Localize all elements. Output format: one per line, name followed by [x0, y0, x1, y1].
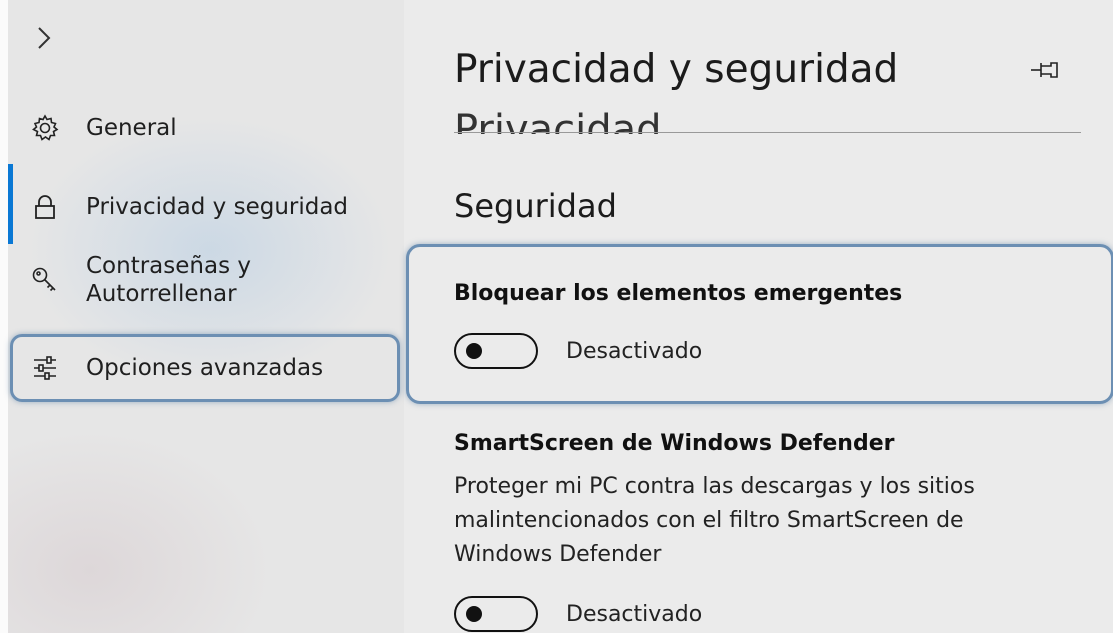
highlight-box: [406, 244, 1113, 404]
chevron-right-icon: [38, 27, 51, 49]
highlight-box: [10, 334, 400, 402]
pin-icon: [1031, 62, 1058, 78]
clipped-section-heading: Privacidad: [454, 107, 662, 134]
divider: [454, 132, 1081, 133]
lock-icon: [28, 190, 62, 224]
page-title: Privacidad y seguridad: [454, 47, 899, 92]
settings-sidebar: General Privacidad y seguridad Contraseñ…: [0, 0, 404, 633]
toggle-knob: [466, 606, 482, 622]
sidebar-item-general[interactable]: General: [28, 111, 177, 145]
settings-panel: Privacidad y seguridad Privacidad Seguri…: [404, 0, 1113, 633]
sidebar-item-label: General: [86, 115, 177, 141]
section-title: Seguridad: [454, 187, 617, 225]
pin-button[interactable]: [1027, 55, 1063, 85]
popup-blocker-toggle[interactable]: [454, 333, 538, 369]
sidebar-item-passwords[interactable]: Contraseñas y Autorrellenar: [28, 252, 251, 308]
key-icon: [28, 263, 62, 297]
expand-chevron-button[interactable]: [30, 16, 60, 56]
popup-blocker-title: Bloquear los elementos emergentes: [454, 281, 903, 306]
smartscreen-description: Proteger mi PC contra las descargas y lo…: [454, 474, 975, 567]
window-edge: [0, 0, 8, 633]
smartscreen-title: SmartScreen de Windows Defender: [454, 431, 895, 456]
selected-indicator: [8, 164, 13, 244]
toggle-knob: [466, 343, 482, 359]
sidebar-item-label: Privacidad y seguridad: [86, 194, 349, 220]
toggle-state-label: Desactivado: [566, 339, 703, 364]
sidebar-item-label: Contraseñas y Autorrellenar: [86, 253, 251, 307]
gear-icon: [28, 111, 62, 145]
smartscreen-toggle[interactable]: [454, 596, 538, 632]
sidebar-item-privacy[interactable]: Privacidad y seguridad: [28, 190, 348, 224]
toggle-state-label: Desactivado: [566, 602, 703, 627]
